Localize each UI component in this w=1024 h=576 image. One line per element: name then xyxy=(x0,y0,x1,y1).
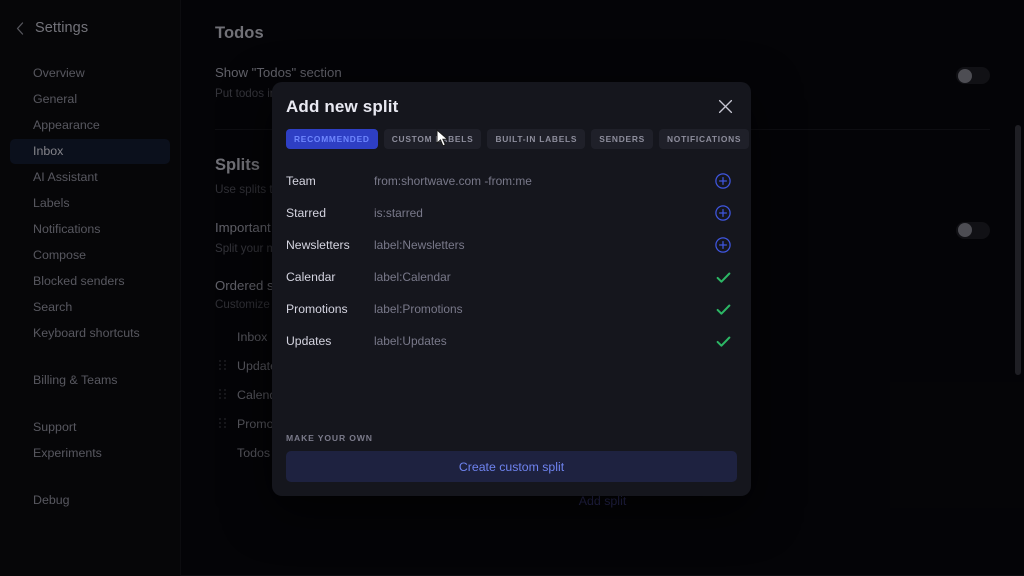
tab-senders[interactable]: SENDERS xyxy=(591,129,653,149)
plus-circle-icon xyxy=(715,205,731,221)
split-query: from:shortwave.com -from:me xyxy=(374,174,709,188)
table-row[interactable]: Starred is:starred xyxy=(286,197,737,229)
create-custom-split-button[interactable]: Create custom split xyxy=(286,451,737,482)
add-split-button[interactable] xyxy=(709,173,737,189)
split-name: Updates xyxy=(286,334,374,348)
split-query: label:Promotions xyxy=(374,302,709,316)
recommended-splits-list: Team from:shortwave.com -from:me Starred… xyxy=(272,149,751,357)
table-row[interactable]: Updates label:Updates xyxy=(286,325,737,357)
tab-built-in-labels[interactable]: BUILT-IN LABELS xyxy=(487,129,585,149)
dialog-tabs: RECOMMENDED CUSTOM LABELS BUILT-IN LABEL… xyxy=(272,117,751,149)
split-query: label:Updates xyxy=(374,334,709,348)
make-your-own-label: MAKE YOUR OWN xyxy=(286,433,737,443)
split-query: label:Calendar xyxy=(374,270,709,284)
plus-circle-icon xyxy=(715,173,731,189)
add-split-button[interactable] xyxy=(709,237,737,253)
split-added-status[interactable] xyxy=(709,269,737,286)
table-row[interactable]: Promotions label:Promotions xyxy=(286,293,737,325)
split-name: Newsletters xyxy=(286,238,374,252)
dialog-spacer xyxy=(272,357,751,433)
split-query: is:starred xyxy=(374,206,709,220)
make-your-own-section: MAKE YOUR OWN Create custom split xyxy=(272,433,751,496)
split-query: label:Newsletters xyxy=(374,238,709,252)
check-icon xyxy=(715,269,732,286)
close-icon[interactable] xyxy=(715,96,735,116)
split-added-status[interactable] xyxy=(709,301,737,318)
settings-window: Settings Overview General Appearance Inb… xyxy=(0,0,1024,576)
table-row[interactable]: Calendar label:Calendar xyxy=(286,261,737,293)
tab-custom-labels[interactable]: CUSTOM LABELS xyxy=(384,129,482,149)
add-split-button[interactable] xyxy=(709,205,737,221)
tab-notifications[interactable]: NOTIFICATIONS xyxy=(659,129,749,149)
tab-recommended[interactable]: RECOMMENDED xyxy=(286,129,378,149)
check-icon xyxy=(715,333,732,350)
split-name: Calendar xyxy=(286,270,374,284)
split-name: Promotions xyxy=(286,302,374,316)
table-row[interactable]: Newsletters label:Newsletters xyxy=(286,229,737,261)
table-row[interactable]: Team from:shortwave.com -from:me xyxy=(286,165,737,197)
split-name: Starred xyxy=(286,206,374,220)
plus-circle-icon xyxy=(715,237,731,253)
dialog-title: Add new split xyxy=(286,97,398,117)
check-icon xyxy=(715,301,732,318)
add-new-split-dialog: Add new split RECOMMENDED CUSTOM LABELS … xyxy=(272,82,751,496)
split-added-status[interactable] xyxy=(709,333,737,350)
split-name: Team xyxy=(286,174,374,188)
dialog-header: Add new split xyxy=(272,82,751,117)
